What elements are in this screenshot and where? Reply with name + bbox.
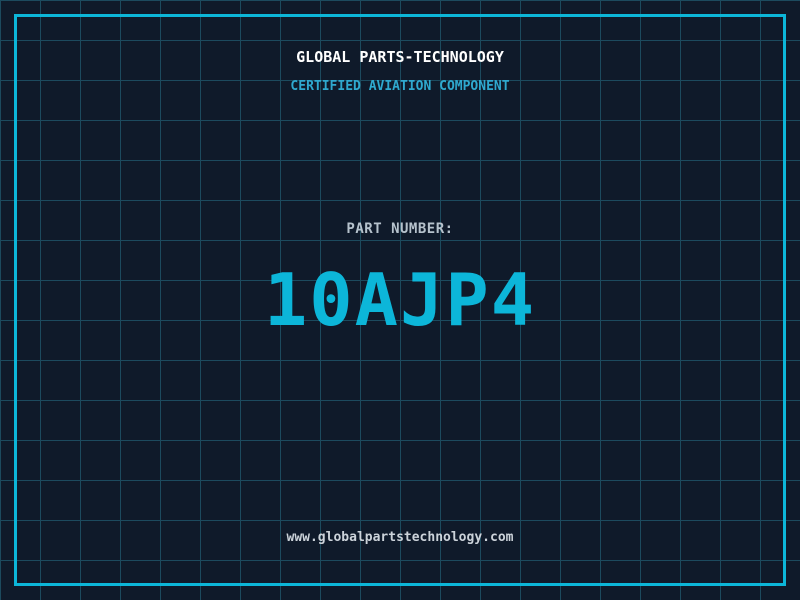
- company-title: GLOBAL PARTS-TECHNOLOGY: [296, 48, 504, 66]
- part-number-value: 10AJP4: [263, 258, 537, 342]
- certification-subtitle: CERTIFIED AVIATION COMPONENT: [290, 79, 510, 94]
- footer-website: www.globalpartstechnology.com: [286, 530, 514, 545]
- blueprint-card: GLOBAL PARTS-TECHNOLOGY CERTIFIED AVIATI…: [0, 0, 800, 600]
- part-number-label: PART NUMBER:: [346, 221, 454, 237]
